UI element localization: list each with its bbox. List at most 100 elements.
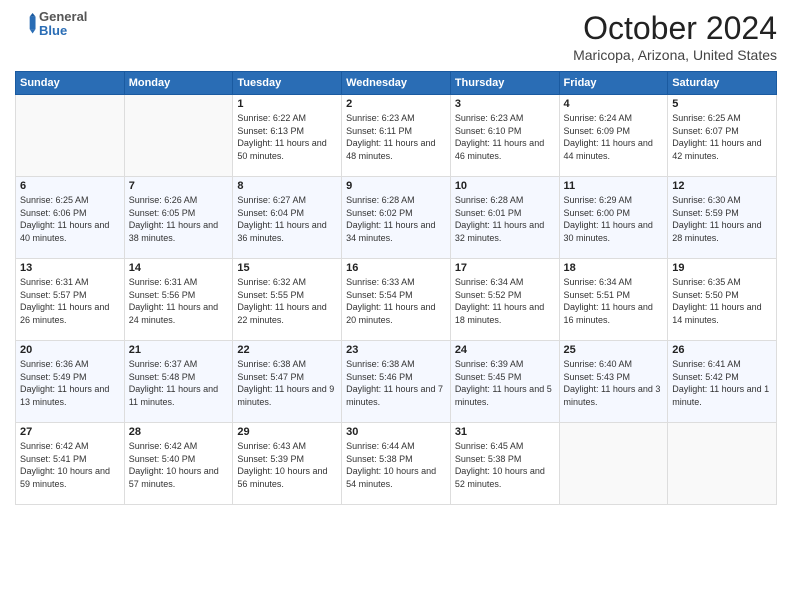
day-number: 5 [672,98,772,110]
day-number: 10 [455,180,555,192]
calendar-cell: 29Sunrise: 6:43 AMSunset: 5:39 PMDayligh… [233,423,342,505]
calendar-cell: 20Sunrise: 6:36 AMSunset: 5:49 PMDayligh… [16,341,125,423]
calendar-cell: 22 Sunrise: 6:38 AMSunset: 5:47 PMDayligh… [233,341,342,423]
day-info: Sunrise: 6:34 AMSunset: 5:52 PMDaylight:… [455,276,555,326]
day-info: Sunrise: 6:24 AMSunset: 6:09 PMDaylight:… [564,112,664,162]
day-number: 13 [20,262,120,274]
day-number: 30 [346,426,446,438]
day-number: 31 [455,426,555,438]
day-info: Sunrise: 6:25 AMSunset: 6:06 PMDaylight:… [20,194,120,244]
calendar-cell: 17 Sunrise: 6:34 AMSunset: 5:52 PMDayligh… [450,259,559,341]
calendar-cell [124,95,233,177]
day-info: Sunrise: 6:42 AMSunset: 5:40 PMDaylight:… [129,440,229,490]
logo: General Blue [15,10,87,39]
calendar-week-2: 6Sunrise: 6:25 AMSunset: 6:06 PMDaylight… [16,177,777,259]
day-info: Sunrise: 6:29 AMSunset: 6:00 PMDaylight:… [564,194,664,244]
logo-general-text: General [39,10,87,24]
day-number: 15 [237,262,337,274]
day-info: Sunrise: 6:34 AMSunset: 5:51 PMDaylight:… [564,276,664,326]
calendar-cell: 28 Sunrise: 6:42 AMSunset: 5:40 PMDayligh… [124,423,233,505]
calendar-cell [559,423,668,505]
day-number: 3 [455,98,555,110]
calendar-cell: 27 Sunrise: 6:42 AMSunset: 5:41 PMDayligh… [16,423,125,505]
day-number: 4 [564,98,664,110]
header: General Blue October 2024 Maricopa, Ariz… [15,10,777,63]
day-info: Sunrise: 6:30 AMSunset: 5:59 PMDaylight:… [672,194,772,244]
calendar-cell: 11 Sunrise: 6:29 AMSunset: 6:00 PMDayligh… [559,177,668,259]
calendar-week-5: 27 Sunrise: 6:42 AMSunset: 5:41 PMDayligh… [16,423,777,505]
day-number: 27 [20,426,120,438]
day-number: 1 [237,98,337,110]
col-saturday: Saturday [668,72,777,95]
month-title: October 2024 [573,10,777,47]
calendar-week-4: 20Sunrise: 6:36 AMSunset: 5:49 PMDayligh… [16,341,777,423]
day-info: Sunrise: 6:27 AMSunset: 6:04 PMDaylight:… [237,194,337,244]
day-number: 11 [564,180,664,192]
col-friday: Friday [559,72,668,95]
day-info: Sunrise: 6:26 AMSunset: 6:05 PMDaylight:… [129,194,229,244]
calendar-cell: 5 Sunrise: 6:25 AMSunset: 6:07 PMDaylight… [668,95,777,177]
day-info: Sunrise: 6:33 AMSunset: 5:54 PMDaylight:… [346,276,446,326]
day-number: 8 [237,180,337,192]
calendar-cell: 3 Sunrise: 6:23 AMSunset: 6:10 PMDaylight… [450,95,559,177]
col-tuesday: Tuesday [233,72,342,95]
logo-icon [15,13,37,35]
title-area: October 2024 Maricopa, Arizona, United S… [573,10,777,63]
calendar-cell: 1 Sunrise: 6:22 AMSunset: 6:13 PMDaylight… [233,95,342,177]
day-info: Sunrise: 6:23 AMSunset: 6:11 PMDaylight:… [346,112,446,162]
day-info: Sunrise: 6:35 AMSunset: 5:50 PMDaylight:… [672,276,772,326]
day-info: Sunrise: 6:41 AMSunset: 5:42 PMDaylight:… [672,358,772,408]
day-info: Sunrise: 6:32 AMSunset: 5:55 PMDaylight:… [237,276,337,326]
calendar-cell: 19 Sunrise: 6:35 AMSunset: 5:50 PMDayligh… [668,259,777,341]
day-number: 24 [455,344,555,356]
day-number: 23 [346,344,446,356]
calendar-cell: 18 Sunrise: 6:34 AMSunset: 5:51 PMDayligh… [559,259,668,341]
day-info: Sunrise: 6:44 AMSunset: 5:38 PMDaylight:… [346,440,446,490]
calendar-cell: 21 Sunrise: 6:37 AMSunset: 5:48 PMDayligh… [124,341,233,423]
col-wednesday: Wednesday [342,72,451,95]
calendar-cell: 25Sunrise: 6:40 AMSunset: 5:43 PMDayligh… [559,341,668,423]
calendar-cell: 6Sunrise: 6:25 AMSunset: 6:06 PMDaylight… [16,177,125,259]
calendar-cell: 15 Sunrise: 6:32 AMSunset: 5:55 PMDayligh… [233,259,342,341]
calendar-cell: 10Sunrise: 6:28 AMSunset: 6:01 PMDayligh… [450,177,559,259]
day-number: 21 [129,344,229,356]
calendar-cell: 4 Sunrise: 6:24 AMSunset: 6:09 PMDaylight… [559,95,668,177]
day-info: Sunrise: 6:22 AMSunset: 6:13 PMDaylight:… [237,112,337,162]
location: Maricopa, Arizona, United States [573,47,777,63]
day-number: 2 [346,98,446,110]
day-number: 18 [564,262,664,274]
day-info: Sunrise: 6:37 AMSunset: 5:48 PMDaylight:… [129,358,229,408]
day-number: 7 [129,180,229,192]
day-number: 14 [129,262,229,274]
day-info: Sunrise: 6:28 AMSunset: 6:02 PMDaylight:… [346,194,446,244]
calendar-cell: 8 Sunrise: 6:27 AMSunset: 6:04 PMDaylight… [233,177,342,259]
day-number: 26 [672,344,772,356]
day-number: 29 [237,426,337,438]
col-thursday: Thursday [450,72,559,95]
day-number: 19 [672,262,772,274]
calendar-table: Sunday Monday Tuesday Wednesday Thursday… [15,71,777,505]
calendar-cell: 16 Sunrise: 6:33 AMSunset: 5:54 PMDayligh… [342,259,451,341]
calendar-cell: 26 Sunrise: 6:41 AMSunset: 5:42 PMDayligh… [668,341,777,423]
day-number: 17 [455,262,555,274]
calendar-cell [16,95,125,177]
calendar-cell: 30 Sunrise: 6:44 AMSunset: 5:38 PMDayligh… [342,423,451,505]
day-number: 16 [346,262,446,274]
calendar-week-1: 1 Sunrise: 6:22 AMSunset: 6:13 PMDaylight… [16,95,777,177]
col-sunday: Sunday [16,72,125,95]
col-monday: Monday [124,72,233,95]
day-number: 22 [237,344,337,356]
page: General Blue October 2024 Maricopa, Ariz… [0,0,792,612]
day-info: Sunrise: 6:38 AMSunset: 5:46 PMDaylight:… [346,358,446,408]
day-info: Sunrise: 6:42 AMSunset: 5:41 PMDaylight:… [20,440,120,490]
calendar-cell: 24Sunrise: 6:39 AMSunset: 5:45 PMDayligh… [450,341,559,423]
calendar-cell [668,423,777,505]
day-info: Sunrise: 6:38 AMSunset: 5:47 PMDaylight:… [237,358,337,408]
day-info: Sunrise: 6:31 AMSunset: 5:57 PMDaylight:… [20,276,120,326]
day-number: 28 [129,426,229,438]
day-number: 20 [20,344,120,356]
calendar-cell: 23 Sunrise: 6:38 AMSunset: 5:46 PMDayligh… [342,341,451,423]
day-info: Sunrise: 6:23 AMSunset: 6:10 PMDaylight:… [455,112,555,162]
day-info: Sunrise: 6:25 AMSunset: 6:07 PMDaylight:… [672,112,772,162]
day-info: Sunrise: 6:31 AMSunset: 5:56 PMDaylight:… [129,276,229,326]
